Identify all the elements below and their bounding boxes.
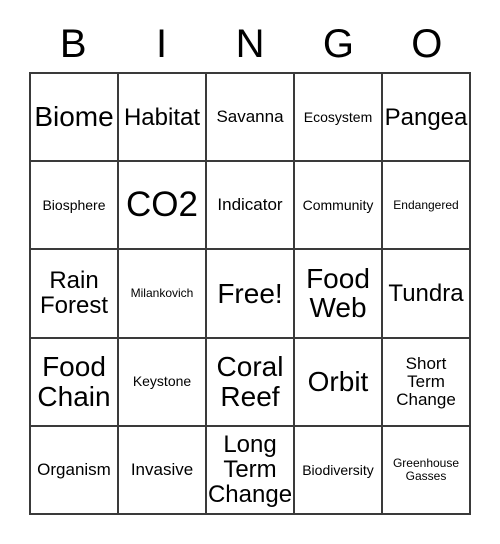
- bingo-cell-r3c2[interactable]: Milankovich: [119, 250, 207, 339]
- bingo-cell-label: Biome: [34, 101, 114, 133]
- bingo-cell-r2c5[interactable]: Endangered: [383, 162, 471, 251]
- bingo-header-letter-b: B: [59, 22, 87, 66]
- bingo-header-letter-i: I: [156, 22, 168, 66]
- bingo-cell-label: Pangea: [384, 103, 468, 131]
- bingo-cell-r2c3[interactable]: Indicator: [207, 162, 295, 251]
- bingo-cell-label: Orbit: [307, 366, 369, 397]
- bingo-cell-label: Savanna: [216, 107, 284, 127]
- bingo-cell-label: Biosphere: [42, 196, 106, 213]
- bingo-card: B I N G O Biome Habitat Savanna Ecosyste…: [0, 0, 500, 544]
- bingo-cell-r1c1[interactable]: Biome: [31, 74, 119, 163]
- bingo-cell-r3c1[interactable]: Rain Forest: [31, 250, 119, 339]
- bingo-cell-label: Community: [302, 196, 374, 213]
- bingo-cell-r3c4[interactable]: Food Web: [295, 250, 383, 339]
- bingo-cell-r5c4[interactable]: Biodiversity: [295, 426, 383, 515]
- bingo-cell-label: Indicator: [217, 195, 283, 215]
- bingo-cell-label: Organism: [37, 459, 111, 479]
- bingo-cell-r5c5[interactable]: Greenhouse Gasses: [383, 426, 471, 515]
- bingo-cell-label: Invasive: [130, 459, 194, 479]
- bingo-cell-r2c4[interactable]: Community: [295, 162, 383, 251]
- bingo-cell-r4c2[interactable]: Keystone: [119, 338, 207, 427]
- bingo-cell-r4c4[interactable]: Orbit: [295, 338, 383, 427]
- bingo-cell-label: CO2: [126, 184, 198, 224]
- bingo-cell-label: Short Term Change: [396, 353, 456, 409]
- bingo-cell-label: Biodiversity: [302, 461, 374, 478]
- bingo-header-row: B I N G O: [29, 18, 471, 70]
- bingo-header-letter-o: O: [411, 22, 443, 66]
- bingo-cell-label: Greenhouse Gasses: [392, 456, 460, 483]
- bingo-cell-r1c2[interactable]: Habitat: [119, 74, 207, 163]
- bingo-grid: Biome Habitat Savanna Ecosystem Pangea B…: [29, 72, 471, 515]
- bingo-cell-r2c1[interactable]: Biosphere: [31, 162, 119, 251]
- bingo-header-letter-g: G: [322, 22, 354, 66]
- bingo-cell-label: Food Web: [306, 263, 370, 324]
- bingo-cell-r5c1[interactable]: Organism: [31, 426, 119, 515]
- bingo-cell-label: Keystone: [132, 373, 192, 390]
- bingo-cell-r5c2[interactable]: Invasive: [119, 426, 207, 515]
- bingo-cell-free-space[interactable]: Free!: [207, 250, 295, 339]
- bingo-cell-label: Milankovich: [130, 286, 194, 301]
- bingo-cell-r4c1[interactable]: Food Chain: [31, 338, 119, 427]
- bingo-cell-label: Food Chain: [37, 351, 111, 412]
- bingo-cell-r1c4[interactable]: Ecosystem: [295, 74, 383, 163]
- bingo-cell-label: Rain Forest: [39, 267, 108, 320]
- bingo-header-letter-n: N: [235, 22, 265, 66]
- bingo-cell-label: Free!: [217, 277, 283, 309]
- bingo-cell-label: Long Term Change: [207, 431, 293, 509]
- bingo-cell-label: Habitat: [123, 103, 201, 131]
- bingo-cell-r2c2[interactable]: CO2: [119, 162, 207, 251]
- bingo-cell-r1c5[interactable]: Pangea: [383, 74, 471, 163]
- bingo-cell-r1c3[interactable]: Savanna: [207, 74, 295, 163]
- bingo-cell-label: Ecosystem: [303, 108, 373, 125]
- bingo-cell-r4c3[interactable]: Coral Reef: [207, 338, 295, 427]
- bingo-cell-label: Endangered: [393, 197, 459, 212]
- bingo-cell-label: Tundra: [388, 279, 464, 307]
- bingo-cell-r5c3[interactable]: Long Term Change: [207, 426, 295, 515]
- bingo-cell-r4c5[interactable]: Short Term Change: [383, 338, 471, 427]
- bingo-cell-label: Coral Reef: [216, 351, 284, 412]
- bingo-cell-r3c5[interactable]: Tundra: [383, 250, 471, 339]
